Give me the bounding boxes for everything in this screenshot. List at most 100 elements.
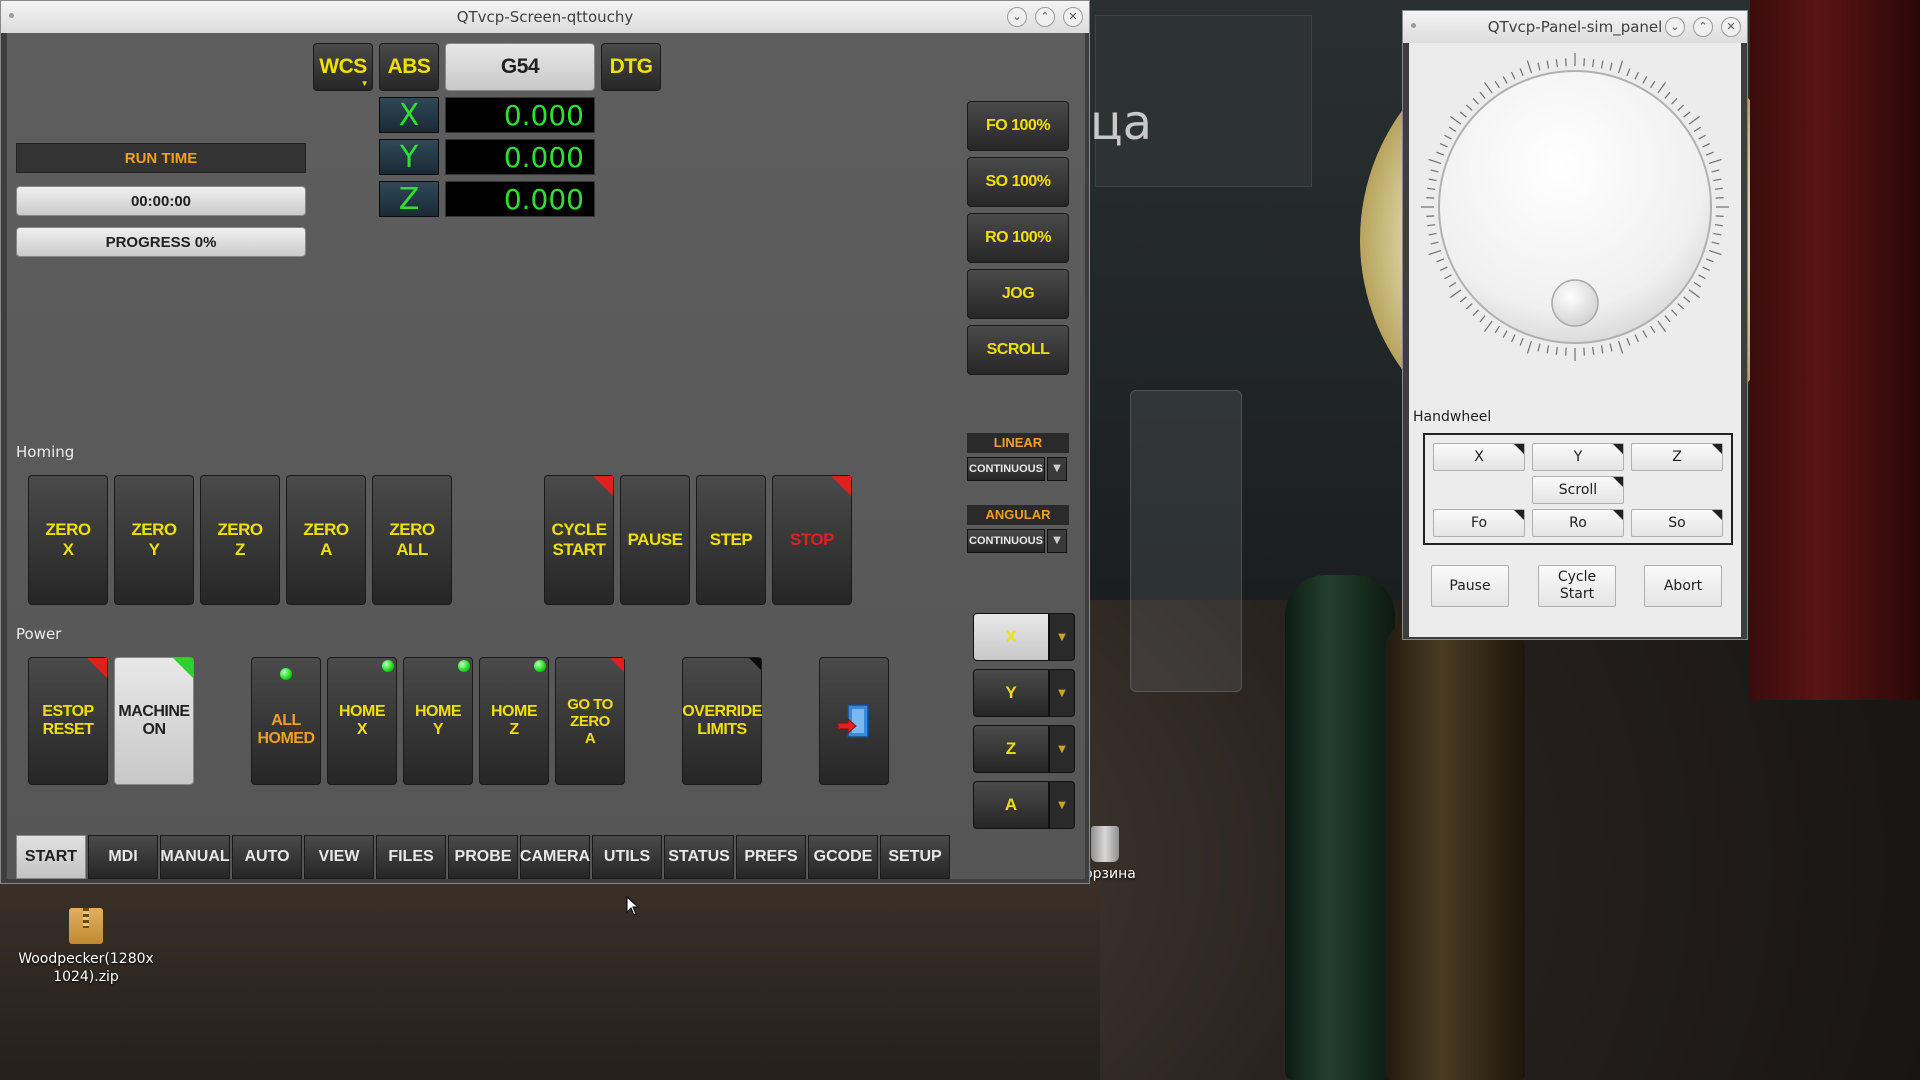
jog-axis-x-combo[interactable]: X ▼ — [973, 613, 1075, 661]
button-label-line: Y — [432, 721, 444, 738]
handwheel-tick — [1483, 320, 1493, 332]
tab-status[interactable]: STATUS — [664, 835, 734, 879]
jog-axis-y-combo[interactable]: Y ▼ — [973, 669, 1075, 717]
zero-x-button[interactable]: ZERO X — [28, 475, 108, 605]
override-limits-button[interactable]: OVERRIDE LIMITS — [682, 657, 762, 785]
scroll-button[interactable]: SCROLL — [967, 325, 1069, 375]
estop-reset-button[interactable]: ESTOP RESET — [28, 657, 108, 785]
button-label-line: RESET — [42, 721, 94, 738]
tab-setup[interactable]: SETUP — [880, 835, 950, 879]
minimize-icon[interactable]: ⌄ — [1007, 7, 1027, 27]
home-z-button[interactable]: HOME Z — [479, 657, 549, 785]
handwheel-tick — [1618, 60, 1624, 74]
status-corner-indicator — [749, 658, 761, 670]
tab-view[interactable]: VIEW — [304, 835, 374, 879]
jog-button[interactable]: JOG — [967, 269, 1069, 319]
step-button[interactable]: STEP — [696, 475, 766, 605]
stop-button[interactable]: STOP — [772, 475, 852, 605]
chevron-down-icon[interactable]: ▼ — [1047, 457, 1067, 481]
handwheel-scroll-button[interactable]: Scroll — [1532, 476, 1624, 504]
handwheel-tick — [1671, 97, 1678, 105]
button-label-line: Y — [148, 540, 160, 559]
button-label-line: A — [584, 729, 596, 747]
handwheel-tick — [1450, 289, 1462, 299]
sim-abort-button[interactable]: Abort — [1644, 565, 1722, 607]
status-corner-indicator — [173, 658, 193, 678]
handwheel-tick — [1483, 82, 1493, 94]
chevron-down-icon[interactable]: ▼ — [1049, 781, 1075, 829]
zip-file-icon — [69, 908, 103, 944]
main-window-title: QTvcp-Screen-qttouchy — [456, 8, 634, 26]
tab-auto[interactable]: AUTO — [232, 835, 302, 879]
handwheel-dial[interactable] — [1419, 51, 1731, 363]
pause-button[interactable]: PAUSE — [620, 475, 690, 605]
go-to-zero-a-button[interactable]: GO TO ZERO A — [555, 657, 625, 785]
handwheel-tick — [1428, 232, 1437, 236]
button-label-line: Start — [1559, 586, 1595, 602]
chevron-down-icon[interactable]: ▼ — [1049, 613, 1075, 661]
angular-increment-combo[interactable]: CONTINUOUS ▼ — [967, 529, 1069, 553]
tab-utils[interactable]: UTILS — [592, 835, 662, 879]
handwheel-tick — [1465, 104, 1473, 111]
g54-button[interactable]: G54 — [445, 43, 595, 91]
zero-y-button[interactable]: ZERO Y — [114, 475, 194, 605]
close-icon[interactable]: ✕ — [1721, 17, 1741, 37]
spindle-override-button[interactable]: SO 100% — [967, 157, 1069, 207]
handwheel-axis-z-button[interactable]: Z — [1631, 443, 1723, 471]
maximize-icon[interactable]: ⌃ — [1035, 7, 1055, 27]
jog-axis-z-combo[interactable]: Z ▼ — [973, 725, 1075, 773]
desktop-icon-zip[interactable]: Woodpecker(1280x1024).zip — [16, 908, 156, 986]
home-y-button[interactable]: HOME Y — [403, 657, 473, 785]
sim-pause-button[interactable]: Pause — [1431, 565, 1509, 607]
close-icon[interactable]: ✕ — [1063, 7, 1083, 27]
home-x-button[interactable]: HOME X — [327, 657, 397, 785]
sim-cycle-start-button[interactable]: Cycle Start — [1538, 565, 1616, 607]
jog-axis-a-combo[interactable]: A ▼ — [973, 781, 1075, 829]
linear-increment-combo[interactable]: CONTINUOUS ▼ — [967, 457, 1069, 481]
handwheel-tick — [1444, 134, 1452, 140]
tab-mdi[interactable]: MDI — [88, 835, 158, 879]
wcs-button[interactable]: WCS ▼ — [313, 43, 373, 91]
tab-manual[interactable]: MANUAL — [160, 835, 230, 879]
chevron-down-icon[interactable]: ▼ — [1049, 669, 1075, 717]
handwheel-axis-y-button[interactable]: Y — [1532, 443, 1624, 471]
handwheel-tick — [1430, 241, 1439, 245]
jog-axis-a-label: A — [973, 781, 1049, 829]
tab-gcode[interactable]: GCODE — [808, 835, 878, 879]
dro-z-value: 0.000 — [445, 181, 595, 217]
handwheel-tick — [1708, 158, 1722, 164]
cycle-start-button[interactable]: CYCLE START — [544, 475, 614, 605]
feed-override-button[interactable]: FO 100% — [967, 101, 1069, 151]
handwheel-tick — [1714, 187, 1723, 190]
minimize-icon[interactable]: ⌄ — [1665, 17, 1685, 37]
sim-panel-titlebar[interactable]: QTvcp-Panel-sim_panel ⌄ ⌃ ✕ — [1403, 11, 1747, 43]
maximize-icon[interactable]: ⌃ — [1693, 17, 1713, 37]
dro-axis-x-label: X — [379, 97, 439, 133]
chevron-down-icon[interactable]: ▼ — [1049, 725, 1075, 773]
tab-camera[interactable]: CAMERA — [520, 835, 590, 879]
rapid-override-button[interactable]: RO 100% — [967, 213, 1069, 263]
abs-button[interactable]: ABS — [379, 43, 439, 91]
chevron-down-icon[interactable]: ▼ — [1047, 529, 1067, 553]
handwheel-tick — [1428, 158, 1442, 164]
tab-start[interactable]: START — [16, 835, 86, 879]
tab-probe[interactable]: PROBE — [448, 835, 518, 879]
zero-a-button[interactable]: ZERO A — [286, 475, 366, 605]
button-label-line: HOME — [415, 703, 462, 720]
handwheel-tick — [1683, 296, 1691, 303]
zero-z-button[interactable]: ZERO Z — [200, 475, 280, 605]
handwheel-tick — [1583, 347, 1585, 356]
tab-files[interactable]: FILES — [376, 835, 446, 879]
progress-bar: PROGRESS 0% — [16, 227, 306, 257]
tab-prefs[interactable]: PREFS — [736, 835, 806, 879]
dtg-button[interactable]: DTG — [601, 43, 661, 91]
handwheel-ro-button[interactable]: Ro — [1532, 509, 1624, 537]
button-label-line: ZERO — [217, 520, 263, 539]
zero-all-button[interactable]: ZERO ALL — [372, 475, 452, 605]
handwheel-axis-x-button[interactable]: X — [1433, 443, 1525, 471]
exit-button[interactable] — [819, 657, 889, 785]
main-window-titlebar[interactable]: QTvcp-Screen-qttouchy ⌄ ⌃ ✕ — [1, 1, 1089, 33]
handwheel-so-button[interactable]: So — [1631, 509, 1723, 537]
handwheel-fo-button[interactable]: Fo — [1433, 509, 1525, 537]
machine-on-button[interactable]: MACHINE ON — [114, 657, 194, 785]
